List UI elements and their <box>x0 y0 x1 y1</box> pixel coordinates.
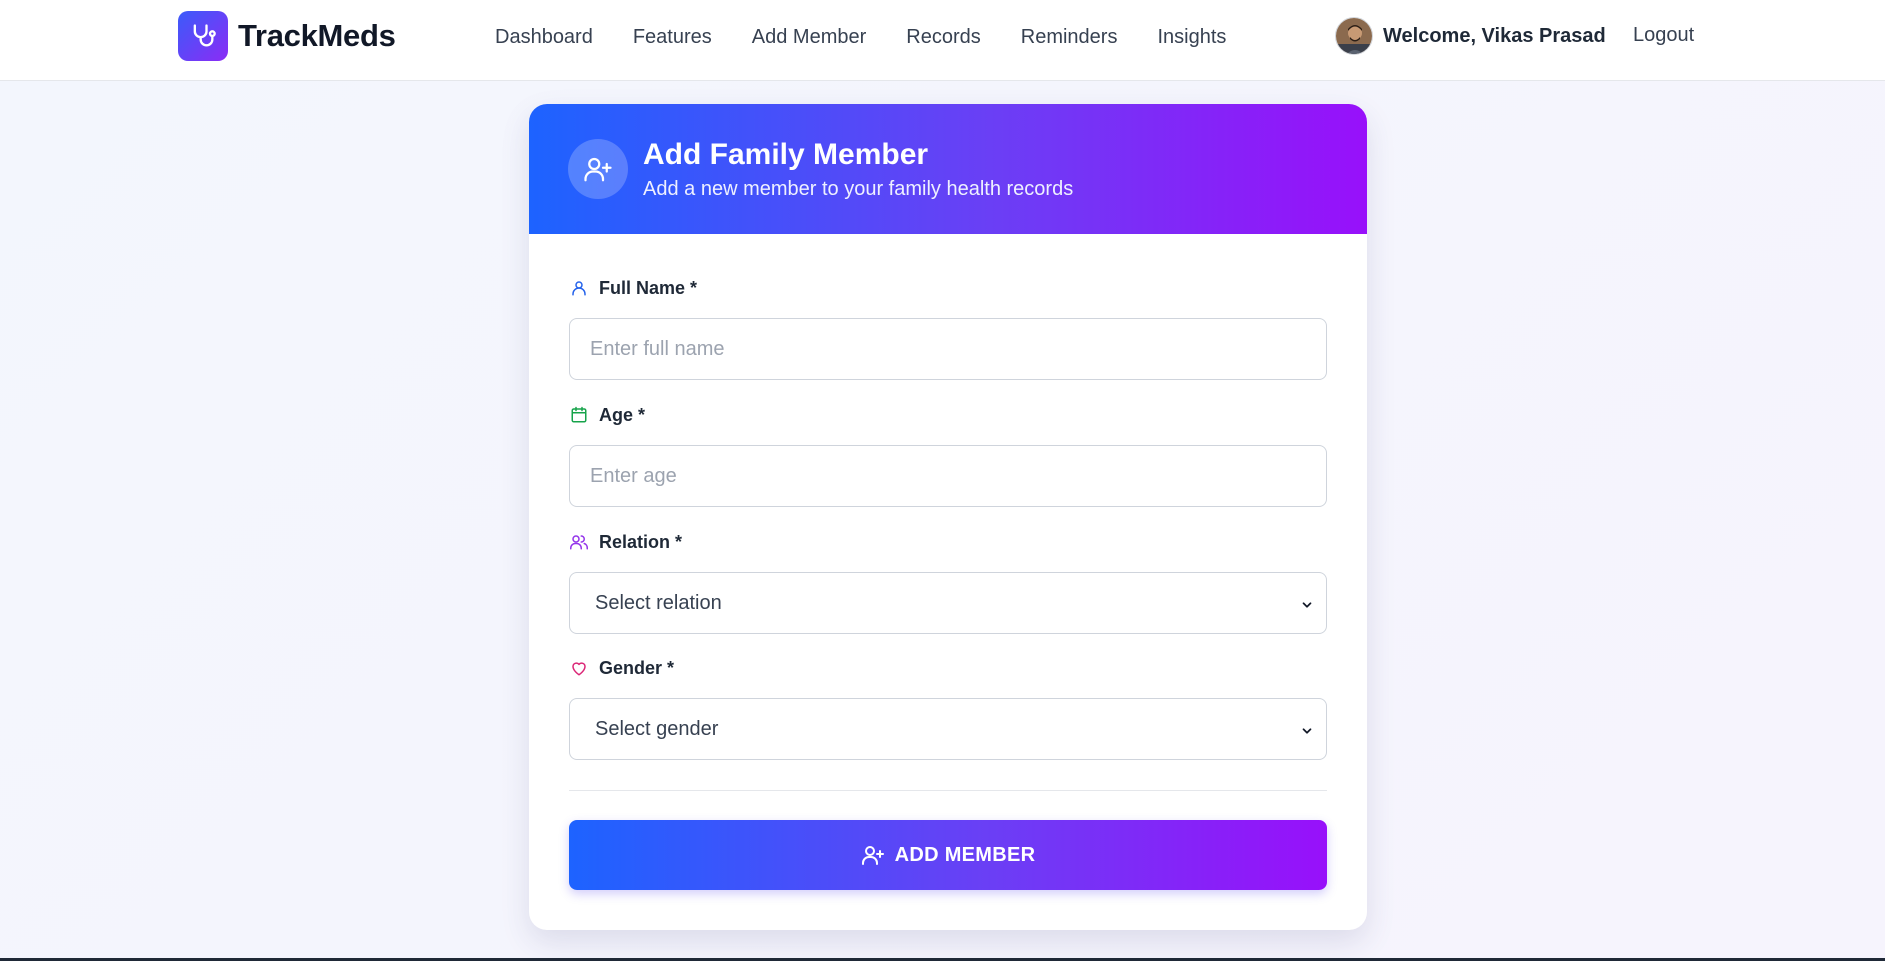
nav-link-records[interactable]: Records <box>906 26 980 49</box>
gender-select[interactable]: Select gender <box>569 698 1327 760</box>
page-subtitle: Add a new member to your family health r… <box>643 178 1074 200</box>
add-member-card: Add Family Member Add a new member to yo… <box>529 104 1367 930</box>
gender-field: Gender * Select gender <box>569 656 1327 760</box>
user-plus-icon <box>568 139 628 199</box>
add-member-button-label: ADD MEMBER <box>894 843 1036 866</box>
brand[interactable]: TrackMeds <box>178 11 396 61</box>
age-label: Age * <box>569 403 1327 427</box>
nav-link-reminders[interactable]: Reminders <box>1021 26 1118 49</box>
relation-label: Relation * <box>569 530 1327 554</box>
relation-select-value: Select relation <box>595 591 722 614</box>
logout-link[interactable]: Logout <box>1633 24 1694 47</box>
age-label-text: Age * <box>599 404 646 425</box>
relation-label-text: Relation * <box>599 531 683 552</box>
full-name-input[interactable] <box>569 318 1327 380</box>
gender-label: Gender * <box>569 656 1327 680</box>
full-name-field: Full Name * <box>569 276 1327 380</box>
user-menu[interactable]: Welcome, Vikas Prasad <box>1335 17 1606 55</box>
gender-select-value: Select gender <box>595 717 719 740</box>
users-icon <box>569 532 589 552</box>
form-divider <box>569 790 1327 791</box>
avatar[interactable] <box>1335 17 1373 55</box>
stethoscope-icon <box>178 11 228 61</box>
nav-link-add-member[interactable]: Add Member <box>752 26 867 49</box>
relation-field: Relation * Select relation <box>569 530 1327 634</box>
top-navbar: TrackMeds Dashboard Features Add Member … <box>0 0 1885 81</box>
card-header: Add Family Member Add a new member to yo… <box>529 104 1367 234</box>
nav-link-insights[interactable]: Insights <box>1157 26 1226 49</box>
full-name-label: Full Name * <box>569 276 1327 300</box>
user-plus-icon <box>861 843 885 867</box>
user-icon <box>569 278 589 298</box>
brand-name: TrackMeds <box>238 18 396 53</box>
relation-select[interactable]: Select relation <box>569 572 1327 634</box>
chevron-down-icon <box>1300 595 1314 618</box>
full-name-label-text: Full Name * <box>599 277 698 298</box>
age-input[interactable] <box>569 445 1327 507</box>
main-nav: Dashboard Features Add Member Records Re… <box>495 0 1266 74</box>
add-member-button[interactable]: ADD MEMBER <box>569 820 1327 890</box>
heart-icon <box>569 658 589 678</box>
nav-link-dashboard[interactable]: Dashboard <box>495 26 593 49</box>
age-field: Age * <box>569 403 1327 507</box>
welcome-text: Welcome, Vikas Prasad <box>1383 24 1606 47</box>
calendar-icon <box>569 405 589 425</box>
gender-label-text: Gender * <box>599 657 675 678</box>
page-title: Add Family Member <box>643 138 929 171</box>
chevron-down-icon <box>1300 721 1314 744</box>
nav-link-features[interactable]: Features <box>633 26 712 49</box>
